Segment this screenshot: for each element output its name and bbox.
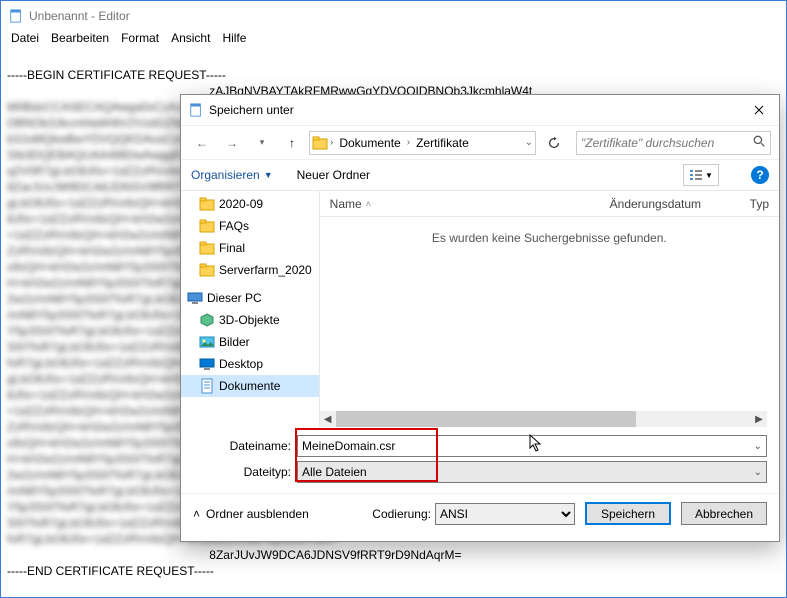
scroll-right-icon[interactable]: ▶	[751, 411, 767, 427]
save-button[interactable]: Speichern	[585, 502, 671, 525]
col-modified[interactable]: Änderungsdatum	[600, 197, 740, 211]
tree-3d-objects[interactable]: 3D-Objekte	[181, 309, 319, 331]
scroll-track[interactable]	[336, 411, 751, 427]
csr-end: -----END CERTIFICATE REQUEST-----	[7, 564, 214, 578]
notepad-icon	[9, 9, 23, 23]
sort-up-icon: ˄	[366, 199, 371, 209]
dialog-titlebar: Speichern unter	[181, 95, 779, 125]
chevron-down-icon[interactable]: ⌄	[525, 137, 533, 148]
file-list[interactable]: Name ˄ Änderungsdatum Typ Es wurden kein…	[320, 191, 779, 427]
scroll-left-icon[interactable]: ◀	[320, 411, 336, 427]
help-button[interactable]: ?	[751, 166, 769, 184]
dialog-bottom: ˄ Ordner ausblenden Codierung: ANSI Spei…	[181, 493, 779, 533]
nav-back[interactable]: ←	[189, 130, 215, 156]
dialog-title: Speichern unter	[209, 103, 733, 117]
notepad-menubar[interactable]: Datei Bearbeiten Format Ansicht Hilfe	[1, 31, 786, 51]
search-icon[interactable]	[753, 135, 766, 151]
col-type[interactable]: Typ	[740, 197, 779, 211]
list-view-icon	[689, 169, 703, 181]
chevron-down-icon: ▼	[705, 171, 713, 180]
csr-tail: 8ZarJUvJW9DCA6JDNSV9fRRT9rD9NdAqrM=	[209, 548, 461, 562]
h-scrollbar[interactable]: ◀ ▶	[320, 411, 767, 427]
col-name[interactable]: Name ˄	[320, 197, 600, 211]
crumb-zertifikate[interactable]: Zertifikate	[412, 132, 473, 154]
chevron-right-icon[interactable]: ›	[407, 137, 410, 148]
close-button[interactable]	[739, 95, 779, 125]
filename-input[interactable]	[302, 439, 762, 453]
chevron-down-icon[interactable]: ⌄	[754, 441, 762, 452]
menu-help[interactable]: Hilfe	[222, 31, 246, 51]
refresh-icon	[547, 136, 561, 150]
filename-panel: Dateiname: ⌄ Dateityp: Alle Dateien ⌄	[181, 427, 779, 485]
folder-icon	[312, 135, 328, 151]
tree-folder[interactable]: Serverfarm_2020	[181, 259, 319, 281]
tree-folder[interactable]: Final	[181, 237, 319, 259]
tree-desktop[interactable]: Desktop	[181, 353, 319, 375]
chevron-right-icon[interactable]: ›	[330, 137, 333, 148]
chevron-up-icon: ˄	[193, 507, 200, 521]
search-input[interactable]	[581, 136, 753, 150]
dialog-toolbar: Organisieren ▼ Neuer Ordner ▼ ?	[181, 159, 779, 191]
encoding-select[interactable]: ANSI	[435, 503, 575, 525]
folder-tree[interactable]: 2020-09 FAQs Final Serverfarm_2020 Diese…	[181, 191, 320, 427]
crumb-documents[interactable]: Dokumente	[335, 132, 404, 154]
menu-file[interactable]: Datei	[11, 31, 39, 51]
tree-this-pc[interactable]: Dieser PC	[181, 287, 319, 309]
tree-folder[interactable]: 2020-09	[181, 193, 319, 215]
close-icon	[754, 105, 764, 115]
csr-begin: -----BEGIN CERTIFICATE REQUEST-----	[7, 68, 226, 82]
tree-documents[interactable]: Dokumente	[181, 375, 319, 397]
view-button[interactable]: ▼	[683, 164, 719, 186]
search-box[interactable]	[576, 131, 771, 155]
chevron-down-icon[interactable]: ⌄	[754, 467, 762, 478]
breadcrumb[interactable]: › Dokumente › Zertifikate ⌄	[309, 131, 536, 155]
notepad-icon	[189, 103, 203, 117]
nav-recent[interactable]: ▾	[249, 130, 275, 156]
cancel-button[interactable]: Abbrechen	[681, 502, 767, 525]
encoding-label: Codierung:	[372, 507, 431, 521]
tree-folder[interactable]: FAQs	[181, 215, 319, 237]
no-results-text: Es wurden keine Suchergebnisse gefunden.	[320, 231, 779, 245]
refresh-button[interactable]	[542, 131, 566, 155]
notepad-titlebar: Unbenannt - Editor	[1, 1, 786, 31]
filetype-combobox[interactable]: Alle Dateien ⌄	[297, 461, 767, 483]
tree-pictures[interactable]: Bilder	[181, 331, 319, 353]
scroll-thumb[interactable]	[336, 411, 636, 427]
hide-folders-button[interactable]: ˄ Ordner ausblenden	[193, 507, 309, 521]
organize-button[interactable]: Organisieren ▼	[191, 168, 273, 182]
menu-edit[interactable]: Bearbeiten	[51, 31, 109, 51]
list-header[interactable]: Name ˄ Änderungsdatum Typ	[320, 191, 779, 217]
notepad-title: Unbenannt - Editor	[29, 9, 130, 23]
save-dialog: Speichern unter ← → ▾ ↑ › Dokumente › Ze…	[180, 94, 780, 542]
nav-up[interactable]: ↑	[279, 130, 305, 156]
menu-view[interactable]: Ansicht	[171, 31, 210, 51]
chevron-down-icon: ▼	[264, 170, 273, 180]
nav-bar: ← → ▾ ↑ › Dokumente › Zertifikate ⌄	[181, 125, 779, 159]
filetype-value: Alle Dateien	[302, 465, 367, 479]
new-folder-button[interactable]: Neuer Ordner	[297, 168, 370, 182]
menu-format[interactable]: Format	[121, 31, 159, 51]
filename-label: Dateiname:	[193, 439, 293, 453]
filetype-label: Dateityp:	[193, 465, 293, 479]
nav-forward[interactable]: →	[219, 130, 245, 156]
filename-combobox[interactable]: ⌄	[297, 435, 767, 457]
